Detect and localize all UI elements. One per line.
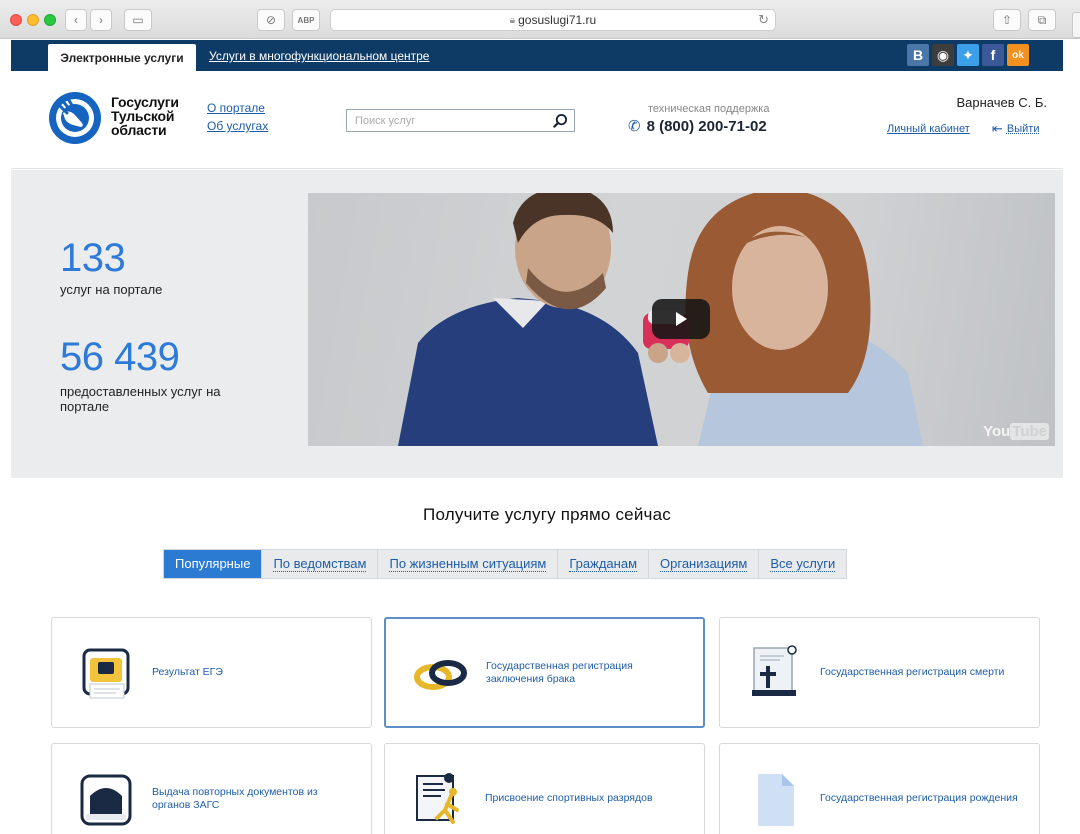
service-category-tabs: Популярные По ведомствам По жизненным ситу… <box>163 549 848 579</box>
mfc-services-link[interactable]: Услуги в многофункциональном центре <box>209 49 429 63</box>
logout-button[interactable]: ⇤ Выйти <box>992 121 1039 137</box>
search-box <box>346 109 575 132</box>
sidebar-toggle-button[interactable]: ▭ <box>124 9 152 31</box>
adblock-icon: ABP <box>297 15 315 25</box>
tab-label: По жизненным ситуациям <box>389 555 547 572</box>
service-card-title: Выдача повторных документов из органов З… <box>152 785 318 811</box>
hero-section: 133 услуг на портале 56 439 предоставлен… <box>11 170 1063 478</box>
tabs-button[interactable]: ⧉ <box>1028 9 1056 31</box>
play-icon <box>676 312 687 326</box>
top-nav-bar: Электронные услуги Услуги в многофункцио… <box>11 40 1063 71</box>
url-text: gosuslugi71.ru <box>518 13 597 27</box>
close-window-button[interactable] <box>10 14 22 26</box>
logo-line-3: области <box>111 122 167 138</box>
tab-label: Гражданам <box>569 555 638 572</box>
extension-button[interactable]: ⊘ <box>257 9 285 31</box>
tabs-icon: ⧉ <box>1037 12 1047 27</box>
document-icon <box>758 774 794 826</box>
logo-line-1: Госуслуги <box>111 94 179 110</box>
service-card-title: Присвоение спортивных разрядов <box>485 792 653 804</box>
services-count: 133 <box>60 236 126 280</box>
instagram-icon[interactable]: ◉ <box>932 44 954 66</box>
tab-label: По ведомствам <box>273 555 367 572</box>
service-card[interactable]: Присвоение спортивных разрядов <box>384 743 705 834</box>
sidebar-icon: ▭ <box>132 13 144 27</box>
gosuslugi-logo-icon[interactable] <box>48 91 102 145</box>
sports-rank-icon <box>416 773 459 824</box>
youtube-logo-icon[interactable]: You Tube <box>983 423 1049 440</box>
back-button[interactable]: ‹ <box>65 9 87 31</box>
tab-3[interactable]: Гражданам <box>558 550 650 578</box>
logout-icon: ⇤ <box>992 121 1003 136</box>
vk-icon[interactable]: В <box>907 44 929 66</box>
tab-label: Популярные <box>175 556 251 571</box>
tab-label: Все услуги <box>770 555 836 572</box>
tab-label: Организациям <box>660 555 748 572</box>
search-icon[interactable] <box>553 113 568 128</box>
chevron-left-icon: ‹ <box>74 13 78 27</box>
site-header: Госуслуги Тульской области О портале Об … <box>11 71 1063 169</box>
forward-button[interactable]: › <box>90 9 112 31</box>
support-phone[interactable]: ✆ 8 (800) 200-71-02 <box>628 117 767 136</box>
service-card-title: Государственная регистрация смерти <box>820 666 1005 678</box>
lock-icon: 🔒︎ <box>509 14 516 26</box>
user-name: Варначев С. Б. <box>956 95 1047 110</box>
services-count-label: услуг на портале <box>60 282 163 297</box>
service-card[interactable]: Государственная регистрация смерти <box>719 617 1040 728</box>
tab-4[interactable]: Организациям <box>649 550 760 578</box>
service-card[interactable]: Государственная регистрация рождения <box>719 743 1040 834</box>
exam-result-icon <box>82 648 130 699</box>
browser-toolbar: ‹ › ▭ ⊘ ABP 🔒︎ gosuslugi71.ru ↻ ⇧ ⧉ <box>0 0 1080 39</box>
facebook-icon[interactable]: f <box>982 44 1004 66</box>
service-card[interactable]: Результат ЕГЭ <box>51 617 372 728</box>
share-button[interactable]: ⇧ <box>993 9 1021 31</box>
registry-office-icon <box>80 774 132 826</box>
tab-1[interactable]: По ведомствам <box>262 550 379 578</box>
window-edge <box>1072 12 1080 38</box>
address-bar[interactable]: 🔒︎ gosuslugi71.ru ↻ <box>330 9 776 31</box>
chevron-right-icon: › <box>99 13 103 27</box>
service-card[interactable]: Государственная регистрация заключения б… <box>384 617 705 728</box>
tab-5[interactable]: Все услуги <box>759 550 846 578</box>
about-portal-link[interactable]: О портале <box>207 101 265 115</box>
twitter-icon[interactable]: ✦ <box>957 44 979 66</box>
tab-electronic-services[interactable]: Электронные услуги <box>48 44 196 71</box>
logo-line-2: Тульской <box>111 108 175 124</box>
adblock-button[interactable]: ABP <box>292 9 320 31</box>
logo-text[interactable]: Госуслуги Тульской области <box>111 95 179 137</box>
play-button[interactable] <box>652 299 710 339</box>
service-card[interactable]: Выдача повторных документов из органов З… <box>51 743 372 834</box>
search-input[interactable] <box>347 110 547 131</box>
service-card-title: Результат ЕГЭ <box>152 666 223 678</box>
support-label: техническая поддержка <box>648 103 770 115</box>
phone-number: 8 (800) 200-71-02 <box>646 117 767 135</box>
privacy-icon: ⊘ <box>265 13 277 27</box>
section-title: Получите услугу прямо сейчас <box>423 505 671 524</box>
wedding-rings-icon <box>414 660 467 690</box>
service-card-title: Государственная регистрация заключения б… <box>486 659 633 685</box>
phone-icon: ✆ <box>628 118 641 135</box>
logout-label: Выйти <box>1006 123 1040 135</box>
maximize-window-button[interactable] <box>44 14 56 26</box>
odnoklassniki-icon[interactable]: ok <box>1007 44 1029 66</box>
death-registration-icon <box>752 645 797 696</box>
service-card-title: Государственная регистрация рождения <box>820 792 1018 804</box>
reload-icon[interactable]: ↻ <box>758 12 769 28</box>
provided-services-count: 56 439 <box>60 335 180 379</box>
minimize-window-button[interactable] <box>27 14 39 26</box>
share-icon: ⇧ <box>1001 13 1013 27</box>
tab-2[interactable]: По жизненным ситуациям <box>378 550 559 578</box>
tab-0[interactable]: Популярные <box>164 550 263 578</box>
promo-video[interactable]: You Tube <box>308 193 1055 446</box>
personal-cabinet-link[interactable]: Личный кабинет <box>887 123 970 135</box>
about-services-link[interactable]: Об услугах <box>207 119 268 133</box>
provided-services-label: предоставленных услуг на портале <box>60 384 221 414</box>
